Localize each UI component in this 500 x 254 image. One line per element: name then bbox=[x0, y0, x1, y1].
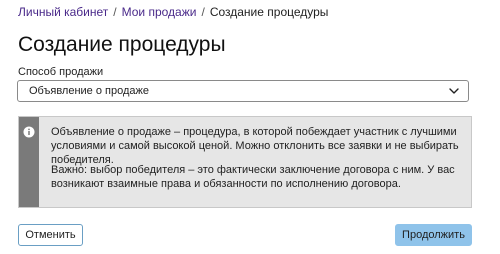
breadcrumb-separator: / bbox=[201, 5, 205, 19]
page: Личный кабинет / Мои продажи / Создание проц… bbox=[0, 0, 500, 254]
breadcrumb-current: Создание процедуры bbox=[209, 5, 329, 19]
breadcrumb-link-my-sales[interactable]: Мои продажи bbox=[122, 5, 197, 19]
info-icon bbox=[23, 126, 35, 138]
info-paragraph-description: Объявление о продаже – процедура, в кото… bbox=[51, 126, 459, 166]
page-title: Создание процедуры bbox=[18, 33, 226, 56]
breadcrumb-separator: / bbox=[113, 5, 117, 19]
chevron-down-icon bbox=[449, 88, 459, 94]
sale-method-selected-value: Объявление о продаже bbox=[29, 85, 149, 97]
breadcrumb-link-personal-account[interactable]: Личный кабинет bbox=[18, 5, 108, 19]
info-notice: Объявление о продаже – процедура, в кото… bbox=[18, 116, 472, 208]
sale-method-label: Способ продажи bbox=[18, 66, 104, 78]
info-notice-stripe bbox=[19, 117, 39, 207]
sale-method-select[interactable]: Объявление о продаже bbox=[17, 80, 469, 102]
info-paragraph-important: Важно: выбор победителя – это фактически… bbox=[51, 164, 455, 190]
continue-button[interactable]: Продолжить bbox=[395, 224, 472, 246]
cancel-button[interactable]: Отменить bbox=[18, 224, 83, 246]
breadcrumb: Личный кабинет / Мои продажи / Создание проц… bbox=[18, 5, 328, 19]
